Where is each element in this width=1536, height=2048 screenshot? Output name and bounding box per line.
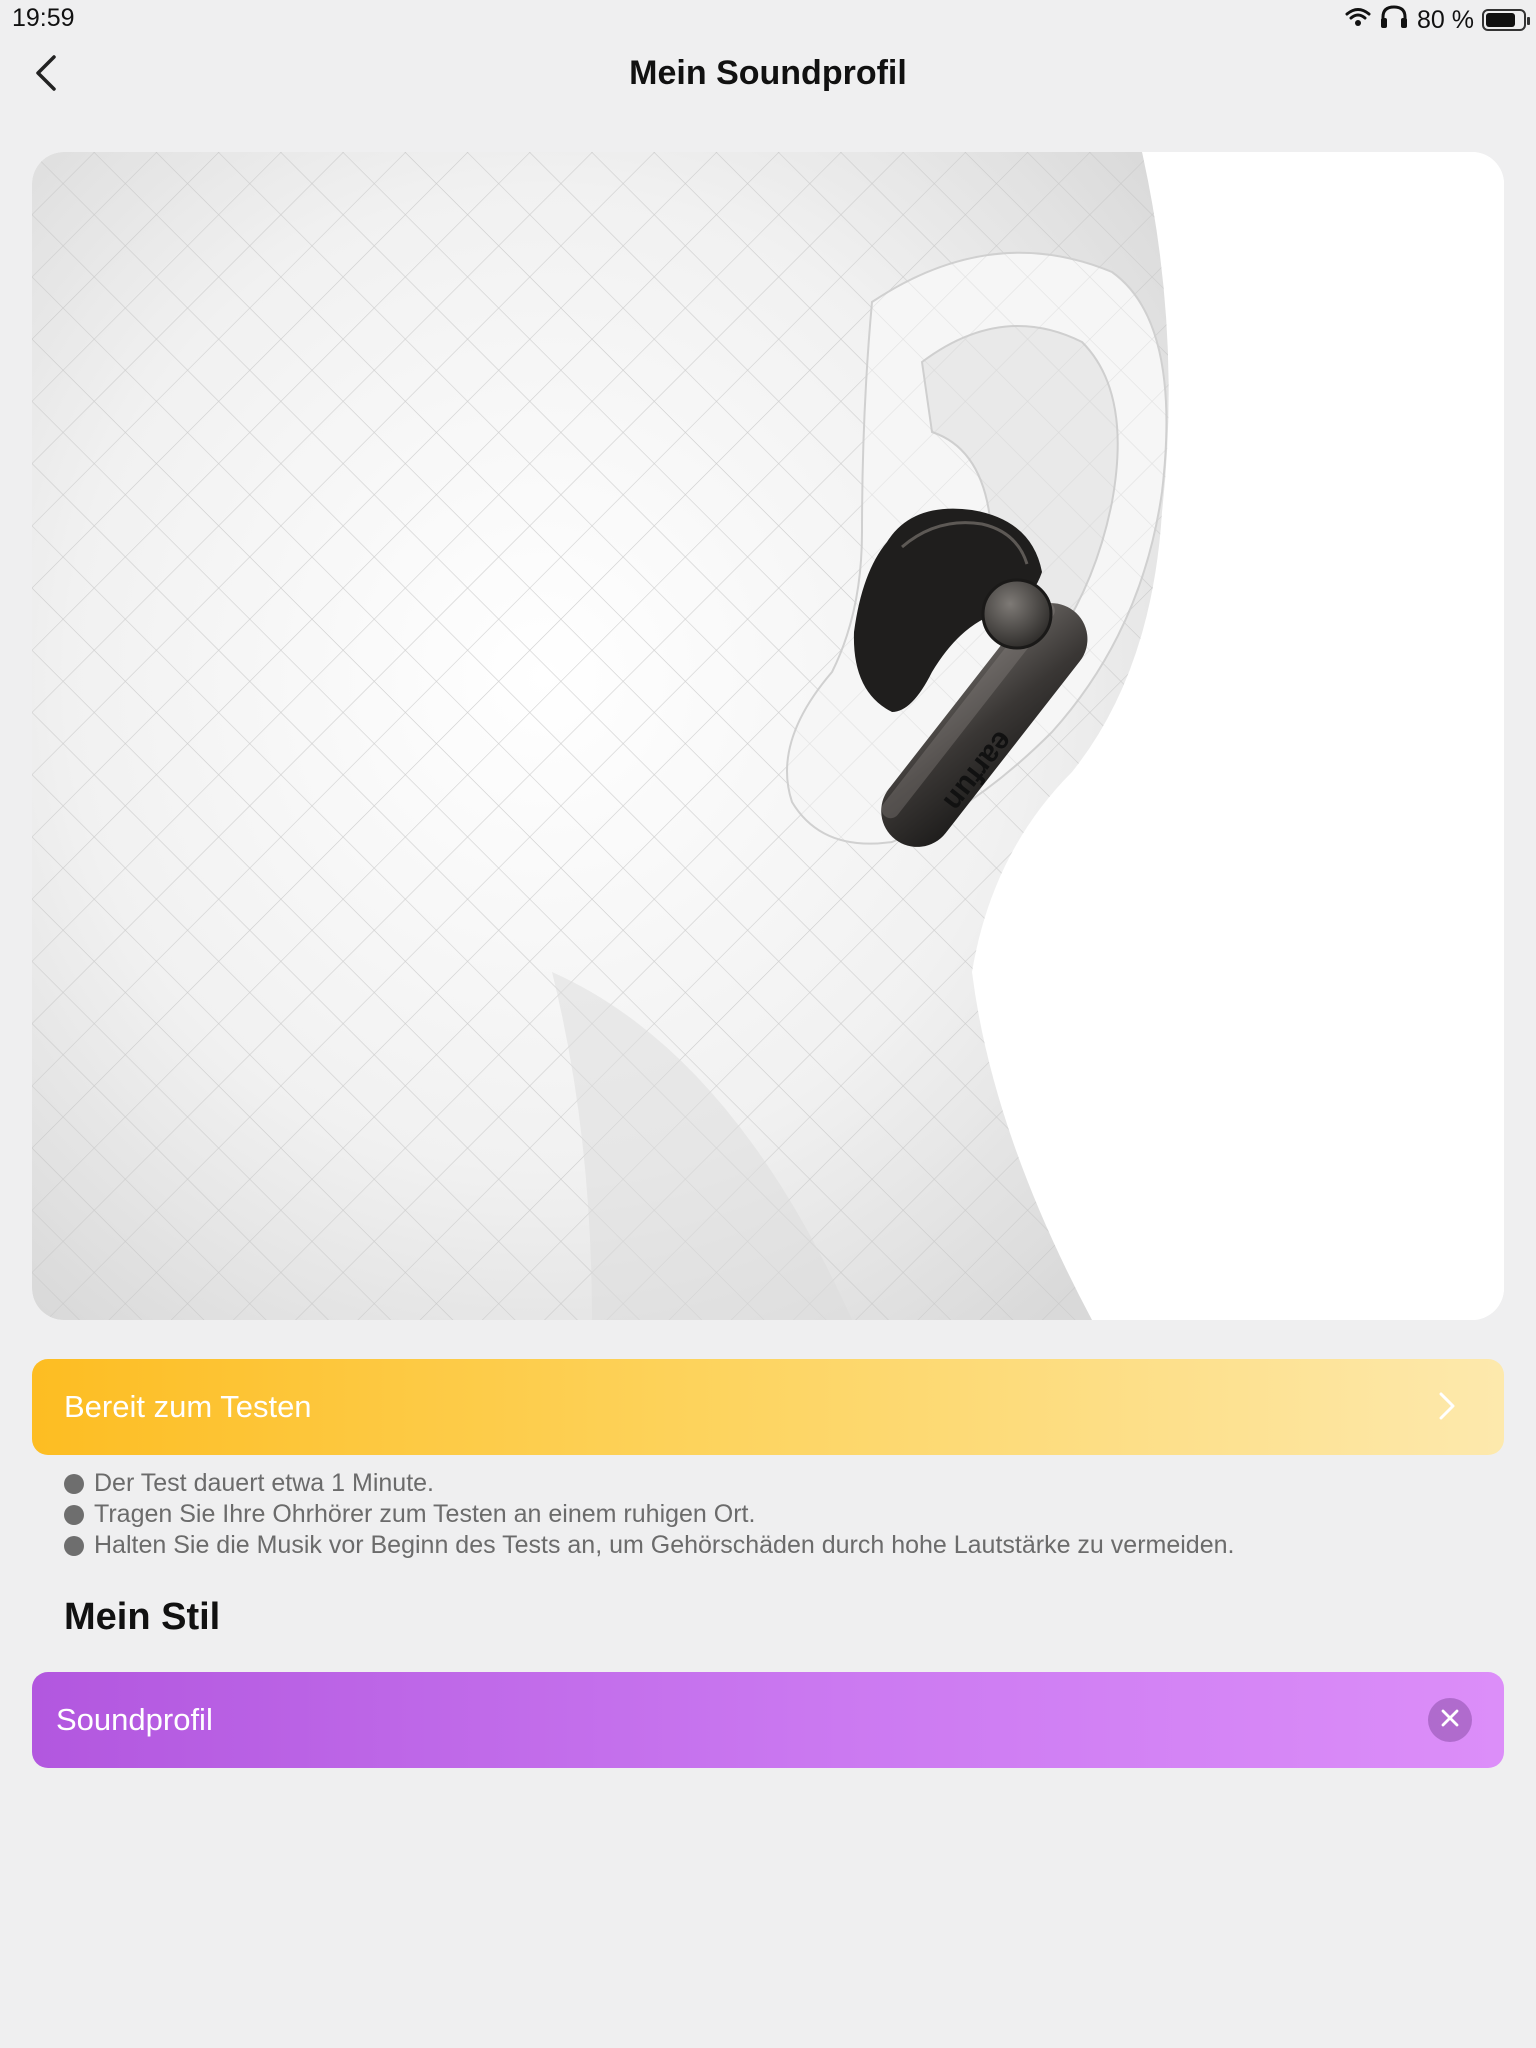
chevron-right-icon <box>1438 1391 1456 1426</box>
sound-profile-label: Soundprofil <box>56 1702 213 1737</box>
test-tips-list: Der Test dauert etwa 1 Minute. Tragen Si… <box>64 1468 1504 1561</box>
wifi-icon <box>1345 6 1371 35</box>
list-item: Halten Sie die Musik vor Beginn des Test… <box>64 1530 1504 1561</box>
battery-level <box>1486 13 1515 27</box>
bullet-icon <box>64 1504 84 1525</box>
tip-text: Halten Sie die Musik vor Beginn des Test… <box>94 1531 1235 1559</box>
start-test-label: Bereit zum Testen <box>64 1389 312 1424</box>
sound-profile-card[interactable]: Soundprofil <box>32 1672 1504 1768</box>
close-icon <box>1440 1708 1460 1733</box>
bullet-icon <box>64 1473 84 1494</box>
hero-image: earfun <box>32 152 1504 1320</box>
remove-profile-button[interactable] <box>1428 1698 1472 1742</box>
battery-percent: 80 % <box>1417 5 1474 34</box>
battery-icon <box>1482 9 1530 31</box>
list-item: Der Test dauert etwa 1 Minute. <box>64 1468 1504 1499</box>
status-indicators: 80 % <box>1345 4 1530 36</box>
section-title: Mein Stil <box>64 1596 221 1638</box>
list-item: Tragen Sie Ihre Ohrhörer zum Testen an e… <box>64 1499 1504 1530</box>
headphones-icon <box>1379 4 1409 36</box>
status-bar: 19:59 80 % <box>0 0 1536 40</box>
start-test-button[interactable]: Bereit zum Testen <box>32 1359 1504 1455</box>
tip-text: Der Test dauert etwa 1 Minute. <box>94 1469 434 1497</box>
page-title: Mein Soundprofil <box>629 54 907 92</box>
bullet-icon <box>64 1535 84 1556</box>
tip-text: Tragen Sie Ihre Ohrhörer zum Testen an e… <box>94 1500 756 1528</box>
nav-bar: Mein Soundprofil <box>0 40 1536 108</box>
status-time: 19:59 <box>12 4 75 32</box>
